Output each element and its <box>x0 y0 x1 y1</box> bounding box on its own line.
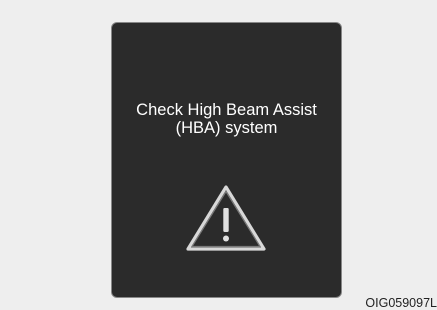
cluster-display-panel: Check High Beam Assist (HBA) system <box>111 22 342 298</box>
warning-message: Check High Beam Assist (HBA) system <box>112 101 341 137</box>
warning-triangle-icon <box>186 185 266 251</box>
warning-message-line-2: (HBA) system <box>175 119 278 137</box>
warning-message-line-1: Check High Beam Assist <box>136 101 317 119</box>
